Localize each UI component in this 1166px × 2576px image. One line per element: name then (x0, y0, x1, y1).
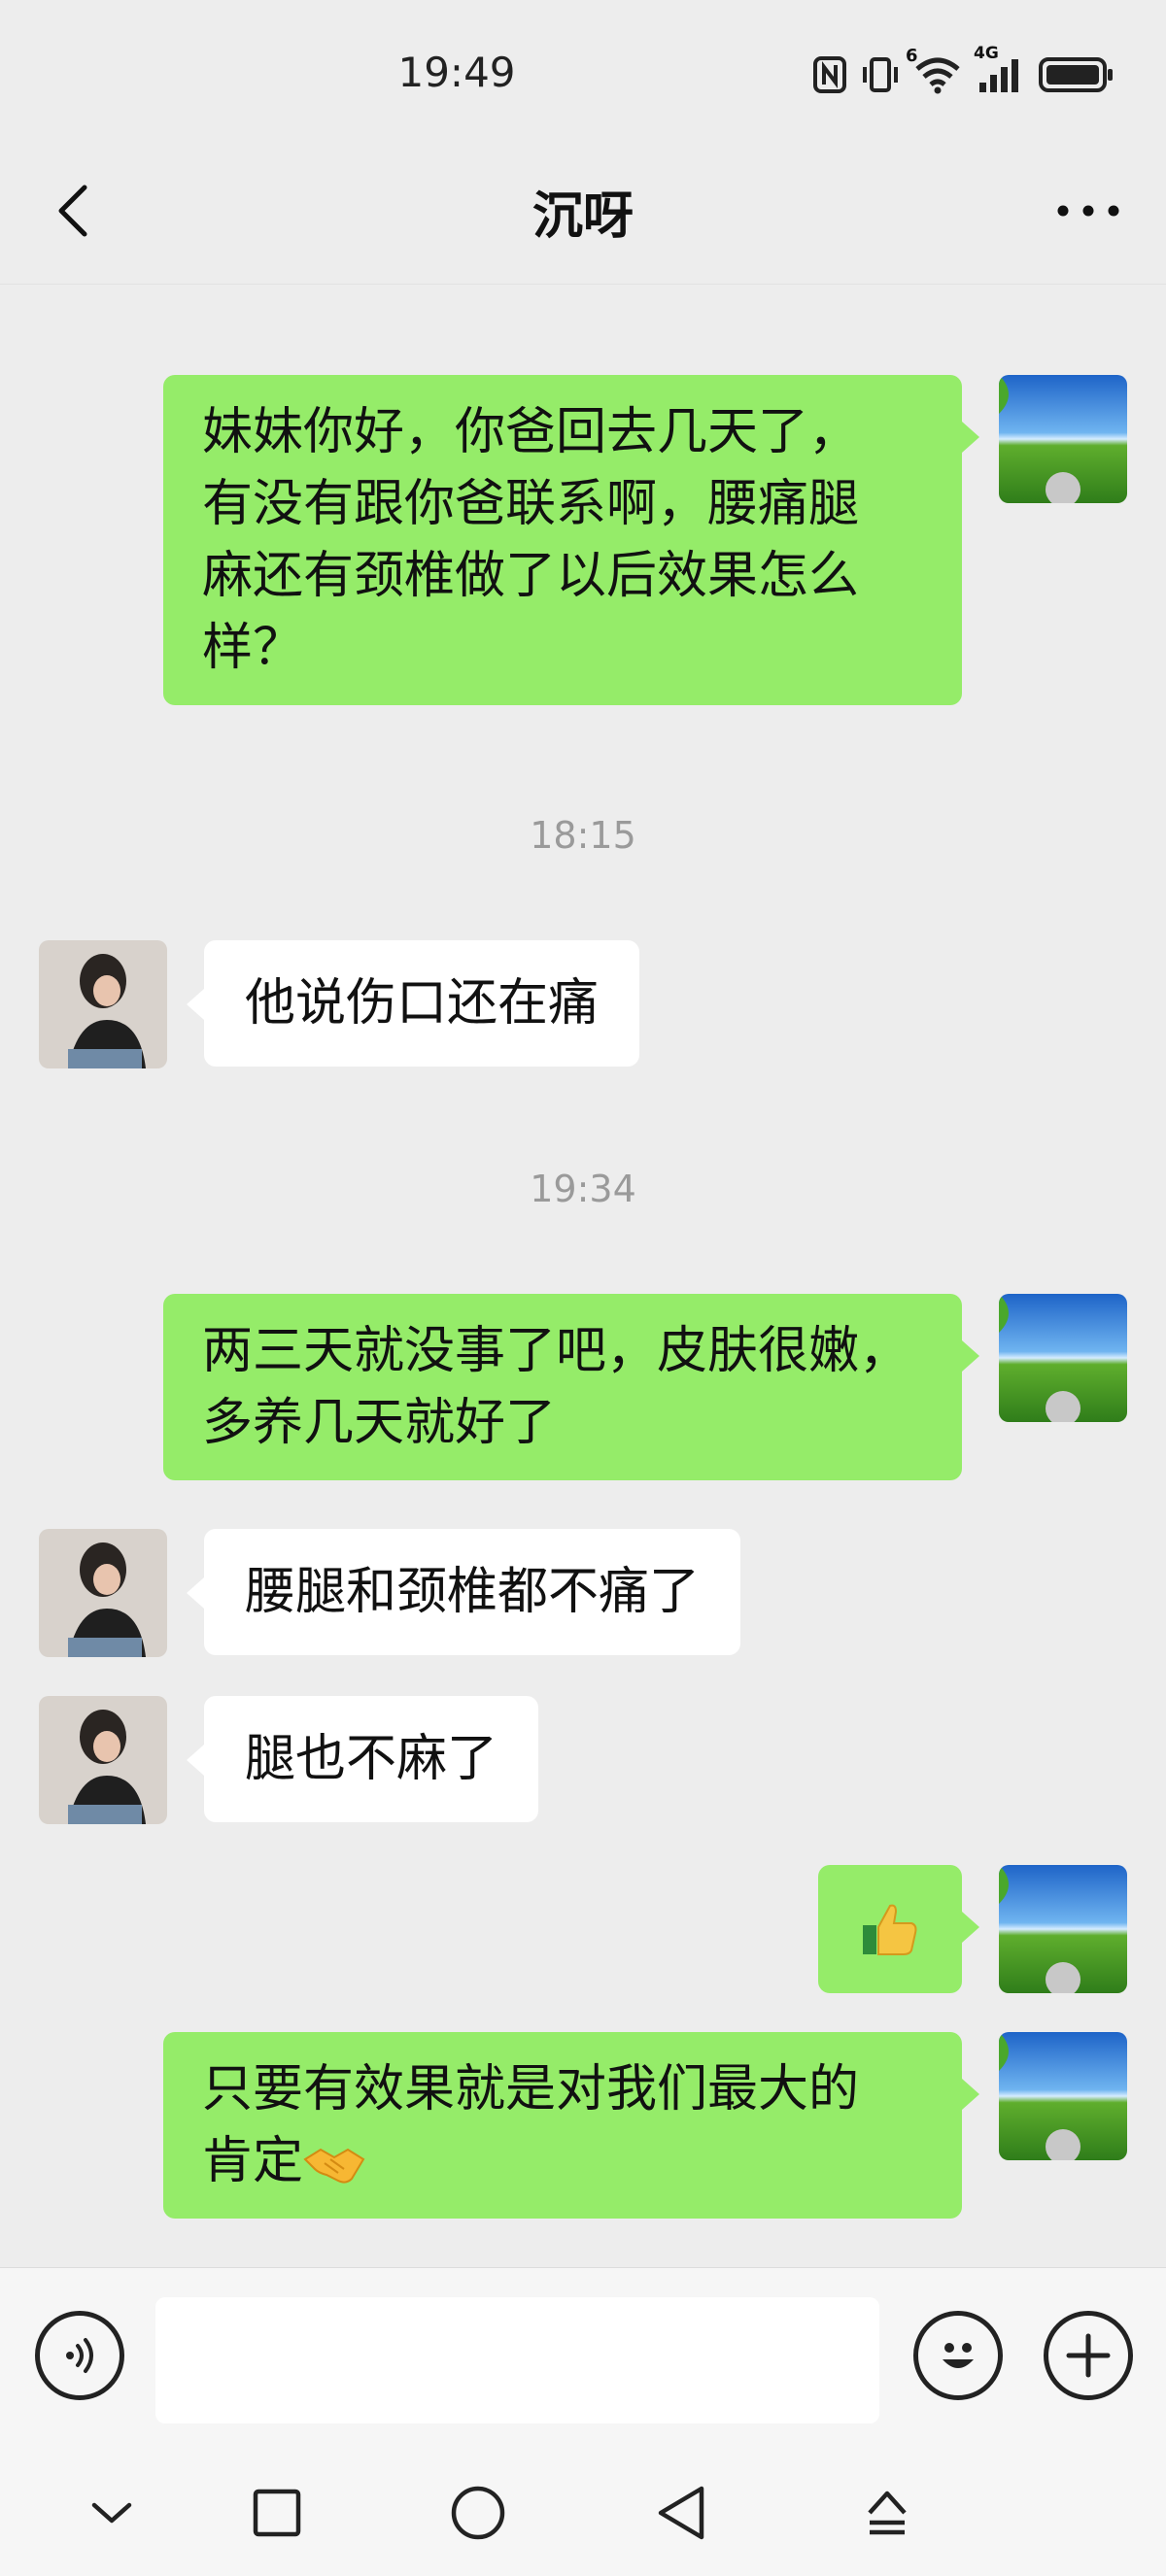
status-time: 19:49 (0, 49, 913, 96)
my-avatar[interactable] (999, 2032, 1127, 2160)
plus-button[interactable] (1044, 2311, 1133, 2400)
triangle-back-icon (655, 2485, 707, 2541)
message-text: 只要有效果就是对我们最大的 肯定 (202, 2060, 859, 2190)
eject-icon (864, 2488, 910, 2538)
bubble-tail (962, 422, 979, 453)
status-bar: 19:49 6 4G (0, 0, 1166, 146)
message-input[interactable] (155, 2297, 879, 2423)
nav-collapse-button[interactable] (58, 2459, 165, 2566)
contact-avatar[interactable] (39, 1696, 167, 1824)
more-button[interactable] (1049, 177, 1127, 245)
handshake-emoji (303, 2140, 365, 2188)
status-icons: 6 4G (812, 51, 1115, 99)
battery-icon (1038, 55, 1115, 94)
message-bubble-outgoing[interactable]: 两三天就没事了吧，皮肤很嫩， 多养几天就好了 (163, 1294, 962, 1480)
more-dots-icon (1057, 204, 1119, 218)
message-bubble-outgoing[interactable]: 妹妹你好，你爸回去几天了， 有没有跟你爸联系啊，腰痛腿 麻还有颈椎做了以后效果怎… (163, 375, 962, 705)
thumbs-up-emoji (859, 1898, 921, 1960)
chat-header: 沉呀 (0, 146, 1166, 285)
my-avatar[interactable] (999, 375, 1127, 503)
message-bubble-outgoing[interactable]: 只要有效果就是对我们最大的 肯定 (163, 2032, 962, 2219)
nav-recents-button[interactable] (223, 2459, 330, 2566)
contact-avatar[interactable] (39, 1529, 167, 1657)
emoji-button[interactable] (913, 2311, 1003, 2400)
network-label: 4G (974, 44, 999, 63)
circle-icon (450, 2485, 506, 2541)
voice-button[interactable] (35, 2311, 124, 2400)
message-bubble-incoming[interactable]: 腰腿和颈椎都不痛了 (204, 1529, 740, 1655)
input-bar (0, 2267, 1166, 2431)
bubble-tail (187, 1745, 204, 1776)
voice-icon (58, 2334, 101, 2377)
bubble-tail (962, 1912, 979, 1943)
my-avatar[interactable] (999, 1865, 1127, 1993)
nav-back-button[interactable] (628, 2459, 735, 2566)
message-bubble-incoming[interactable]: 他说伤口还在痛 (204, 940, 639, 1067)
nav-home-button[interactable] (425, 2459, 532, 2566)
bubble-tail (187, 989, 204, 1020)
nav-extra-button[interactable] (834, 2459, 941, 2566)
bubble-tail (962, 1340, 979, 1372)
my-avatar[interactable] (999, 1294, 1127, 1422)
nfc-icon (812, 55, 847, 94)
system-nav-bar (0, 2430, 1166, 2576)
bubble-tail (962, 2079, 979, 2110)
bubble-tail (187, 1577, 204, 1609)
signal-4g-icon: 4G (976, 55, 1024, 94)
contact-avatar[interactable] (39, 940, 167, 1068)
wifi-icon: 6 (913, 55, 962, 94)
message-timestamp: 18:15 (0, 814, 1166, 857)
chevron-down-icon (90, 2499, 133, 2526)
vibrate-icon (861, 55, 900, 94)
plus-icon (1065, 2332, 1112, 2379)
message-timestamp: 19:34 (0, 1168, 1166, 1210)
chat-title: 沉呀 (0, 175, 1166, 248)
square-icon (252, 2488, 302, 2538)
smiley-icon (931, 2328, 985, 2383)
message-bubble-outgoing[interactable] (818, 1865, 962, 1993)
message-bubble-incoming[interactable]: 腿也不麻了 (204, 1696, 538, 1822)
wifi-label: 6 (906, 46, 918, 66)
